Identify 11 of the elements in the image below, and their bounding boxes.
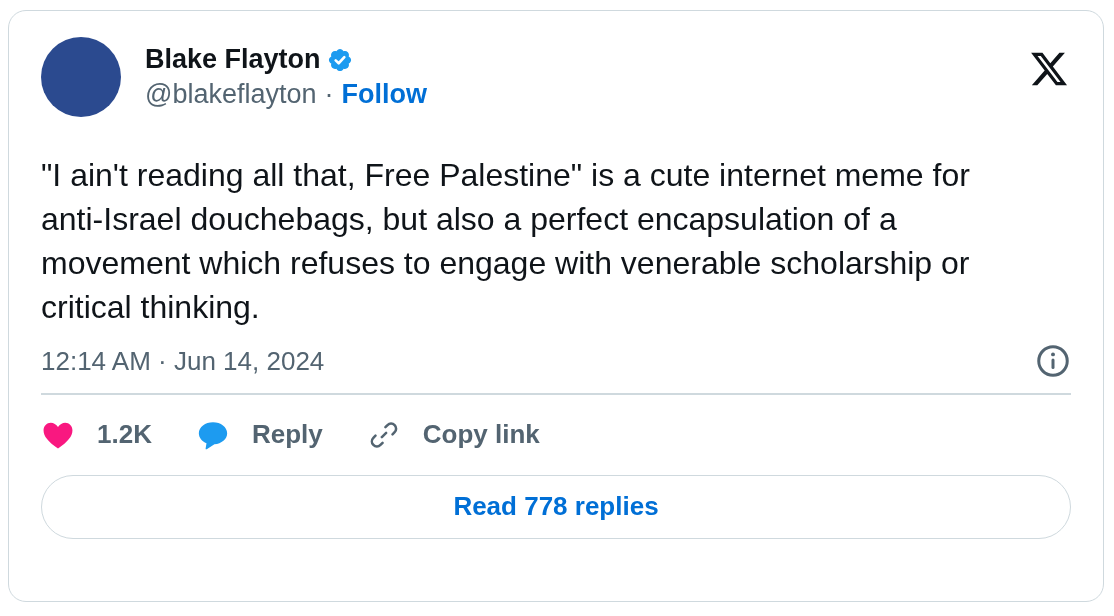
tweet-text: "I ain't reading all that, Free Palestine" is a cute internet meme for anti-Israel douchebags, but also a perfect encapsulation of a movement which refuses to engage with venerable scholarship or critical thinking. — [41, 156, 971, 327]
separator-dot: · — [324, 79, 334, 110]
author-name[interactable]: Blake Flayton — [145, 44, 321, 75]
like-button[interactable]: 1.2K — [41, 417, 152, 452]
reply-button[interactable]: Reply — [195, 417, 323, 452]
info-icon[interactable] — [1035, 343, 1071, 379]
author-handle[interactable]: @blakeflayton — [145, 79, 317, 110]
read-replies-button[interactable]: Read 778 replies — [41, 474, 1071, 539]
copy-link-button[interactable]: Copy link — [366, 417, 540, 452]
tweet-timestamp[interactable]: 12:14 AM · Jun 14, 2024 — [41, 345, 325, 377]
follow-link[interactable]: Follow — [341, 79, 427, 110]
